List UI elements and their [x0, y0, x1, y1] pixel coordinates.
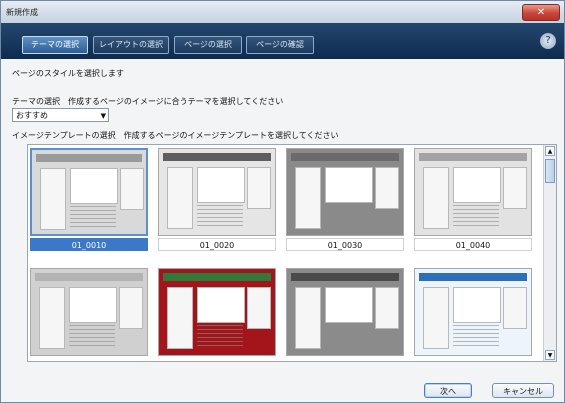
scroll-down-button[interactable]: ▼ [545, 350, 555, 360]
cancel-button[interactable]: キャンセル [492, 383, 554, 398]
step-theme-select[interactable]: テーマの選択 [22, 36, 88, 54]
template-thumbnail [286, 148, 404, 236]
template-thumbnail [158, 148, 276, 236]
template-thumbnail [414, 268, 532, 356]
template-preview-block [503, 287, 527, 329]
template-preview-block [167, 167, 193, 229]
theme-select-label: テーマの選択 作成するページのイメージに合うテーマを選択してください [12, 97, 284, 106]
window-title: 新規作成 [6, 8, 38, 17]
template-thumbnail [158, 268, 276, 356]
template-preview-header [291, 273, 399, 281]
template-preview-block [40, 168, 66, 230]
template-preview-block [295, 287, 321, 349]
page-heading: ページのスタイルを選択します [12, 69, 124, 78]
template-preview-block [119, 287, 143, 329]
help-icon[interactable]: ? [540, 33, 556, 49]
close-button[interactable]: ✕ [522, 4, 560, 21]
template-preview-block [197, 205, 243, 227]
template-name-label: 01_0020 [158, 238, 276, 251]
theme-dropdown-value: おすすめ [16, 111, 48, 120]
template-gallery: 01_0010 01_0020 01_0030 01_0040 ▲ ▼ [27, 144, 557, 362]
new-creation-dialog: 新規作成 ✕ テーマの選択 レイアウトの選択 ページの選択 ページの確認 ? ペ… [0, 0, 565, 403]
template-name-label: 01_0010 [30, 238, 148, 251]
template-preview-header [419, 153, 527, 161]
template-preview-block [39, 287, 65, 349]
template-preview-block [453, 287, 501, 323]
template-preview-block [197, 325, 243, 347]
template-preview-block [375, 167, 399, 209]
template-preview-header [291, 153, 399, 161]
template-preview-block [503, 167, 527, 209]
template-preview-block [69, 325, 115, 347]
template-preview-block [70, 168, 118, 204]
template-preview-block [69, 287, 117, 323]
close-icon: ✕ [536, 7, 546, 18]
vertical-scrollbar[interactable]: ▲ ▼ [543, 145, 556, 361]
title-bar: 新規作成 ✕ [1, 1, 564, 24]
template-preview-block [247, 167, 271, 209]
template-name-label: 01_0040 [414, 238, 532, 251]
template-preview-block [423, 287, 449, 349]
template-preview-block [120, 168, 144, 210]
template-preview-header [163, 273, 271, 281]
template-preview-block [375, 287, 399, 329]
template-preview-block [325, 287, 373, 323]
template-preview-block [295, 167, 321, 229]
template-preview-block [167, 287, 193, 349]
wizard-steps-bar: テーマの選択 レイアウトの選択 ページの選択 ページの確認 ? [1, 23, 564, 59]
template-preview-header [35, 273, 143, 281]
template-thumbnail [30, 148, 148, 236]
scroll-up-button[interactable]: ▲ [545, 146, 555, 156]
template-preview-block [197, 167, 245, 203]
template-preview-block [325, 167, 373, 203]
step-page-select[interactable]: ページの選択 [174, 36, 242, 54]
template-preview-block [247, 287, 271, 329]
template-select-label: イメージテンプレートの選択 作成するページのイメージテンプレートを選択してくださ… [12, 131, 339, 140]
template-preview-block [197, 287, 245, 323]
next-button[interactable]: 次へ [424, 383, 472, 398]
template-preview-block [453, 167, 501, 203]
chevron-down-icon: ▼ [100, 112, 106, 120]
step-layout-select[interactable]: レイアウトの選択 [93, 36, 169, 54]
template-preview-block [325, 325, 371, 347]
template-preview-block [325, 205, 371, 227]
template-preview-header [419, 273, 527, 281]
template-name-label: 01_0030 [286, 238, 404, 251]
template-preview-header [163, 153, 271, 161]
step-page-confirm[interactable]: ページの確認 [246, 36, 314, 54]
template-thumbnail [414, 148, 532, 236]
template-thumbnail [30, 268, 148, 356]
template-preview-block [453, 325, 499, 347]
template-preview-block [70, 206, 116, 228]
theme-dropdown[interactable]: おすすめ ▼ [12, 108, 109, 122]
template-preview-header [36, 154, 142, 162]
template-preview-block [453, 205, 499, 227]
scroll-thumb[interactable] [545, 159, 555, 183]
template-preview-block [423, 167, 449, 229]
template-thumbnail [286, 268, 404, 356]
